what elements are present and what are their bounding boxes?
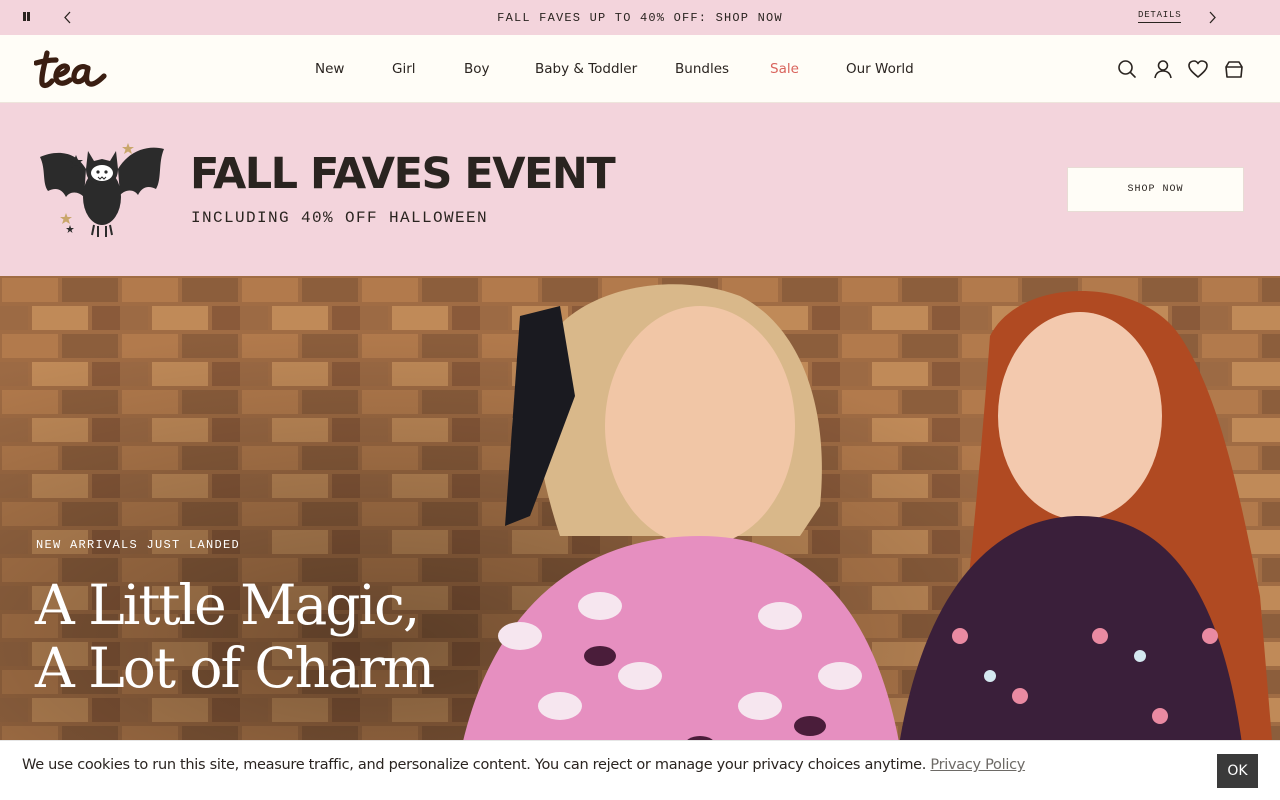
shop-now-button[interactable]: SHOP NOW [1067, 167, 1244, 212]
nav-item-girl[interactable]: Girl [392, 61, 416, 77]
cookie-ok-button[interactable]: OK [1217, 754, 1258, 788]
wishlist-heart-icon[interactable] [1187, 58, 1209, 80]
cookie-text: We use cookies to run this site, measure… [22, 757, 1025, 773]
cookie-banner: We use cookies to run this site, measure… [0, 740, 1280, 800]
search-icon[interactable] [1116, 58, 1138, 80]
nav-item-our-world[interactable]: Our World [846, 61, 914, 77]
bag-icon[interactable] [1223, 58, 1245, 80]
hero-eyebrow: NEW ARRIVALS JUST LANDED [36, 538, 241, 552]
hero-title: A Little Magic, A Lot of Charm [35, 573, 435, 700]
announcement-message[interactable]: FALL FAVES UP TO 40% OFF: SHOP NOW [0, 11, 1280, 25]
account-icon[interactable] [1152, 58, 1174, 80]
announcement-bar: FALL FAVES UP TO 40% OFF: SHOP NOW DETAI… [0, 0, 1280, 35]
nav-item-bundles[interactable]: Bundles [675, 61, 729, 77]
nav-item-sale[interactable]: Sale [770, 61, 799, 77]
halloween-bat-illustration [40, 143, 164, 237]
nav-item-baby-toddler[interactable]: Baby & Toddler [535, 61, 637, 77]
main-nav: New Girl Boy Baby & Toddler Bundles Sale… [0, 61, 1280, 81]
promo-subtitle: INCLUDING 40% OFF HALLOWEEN [191, 209, 489, 227]
hero-title-line: A Little Magic, [35, 573, 420, 637]
promo-title: FALL FAVES EVENT [190, 149, 616, 199]
nav-item-new[interactable]: New [315, 61, 344, 77]
chevron-right-icon[interactable] [1204, 9, 1220, 26]
hero-banner[interactable]: NEW ARRIVALS JUST LANDED A Little Magic,… [0, 276, 1280, 800]
privacy-policy-link[interactable]: Privacy Policy [930, 757, 1025, 773]
nav-item-boy[interactable]: Boy [464, 61, 490, 77]
promo-banner[interactable]: FALL FAVES EVENT INCLUDING 40% OFF HALLO… [0, 103, 1280, 276]
details-link[interactable]: DETAILS [1138, 10, 1182, 23]
hero-title-line: A Lot of Charm [35, 636, 435, 700]
site-header: New Girl Boy Baby & Toddler Bundles Sale… [0, 35, 1280, 103]
cookie-message: We use cookies to run this site, measure… [22, 757, 927, 773]
